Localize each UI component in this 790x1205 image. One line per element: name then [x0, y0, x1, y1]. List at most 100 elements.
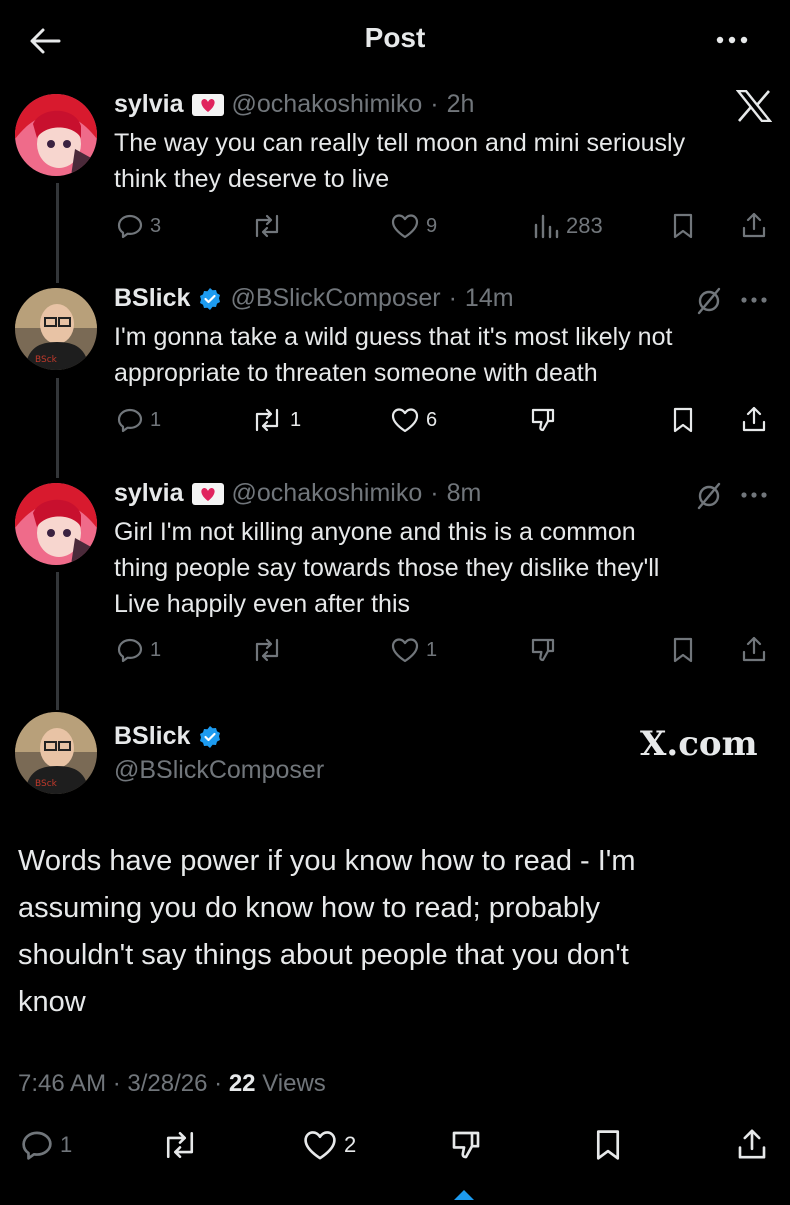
- more-options-button[interactable]: [738, 292, 770, 313]
- tweet-text: Girl I'm not killing anyone and this is …: [114, 518, 660, 618]
- dislike-button[interactable]: [528, 406, 558, 439]
- tweet-header: sylvia @ochakoshimiko · 8m: [114, 479, 481, 508]
- more-horizontal-icon: [741, 297, 767, 303]
- bookmark-icon: [596, 1130, 620, 1160]
- share-icon: [742, 212, 766, 238]
- repost-button[interactable]: [250, 212, 290, 240]
- more-options-button[interactable]: [738, 487, 770, 508]
- post-meta: 7:46 AM · 3/28/26 · 22 Views: [18, 1070, 326, 1097]
- bookmark-button[interactable]: [670, 636, 696, 669]
- heart-envelope-emoji: [191, 482, 224, 505]
- watermark: X.com: [640, 724, 758, 764]
- share-button[interactable]: [740, 634, 768, 669]
- reply-count: 1: [60, 1132, 73, 1157]
- like-count: 1: [426, 638, 438, 661]
- share-button[interactable]: [735, 1126, 769, 1167]
- svg-text:BSck: BSck: [35, 779, 58, 789]
- more-horizontal-icon: [716, 36, 748, 44]
- bookmark-icon: [673, 407, 693, 433]
- share-icon: [742, 636, 766, 662]
- post-date[interactable]: 3/28/26: [127, 1070, 207, 1097]
- repost-icon: [166, 1131, 194, 1159]
- bookmark-button[interactable]: [592, 1128, 624, 1167]
- views-count: 283: [566, 213, 603, 238]
- dislike-button[interactable]: [448, 1128, 484, 1167]
- reply-icon: [22, 1131, 52, 1160]
- separator: ·: [448, 284, 457, 312]
- dislike-button[interactable]: [528, 636, 558, 669]
- author-name[interactable]: sylvia: [114, 479, 184, 508]
- bookmark-button[interactable]: [670, 406, 696, 439]
- thumbs-down-icon: [531, 408, 555, 432]
- bookmark-icon: [673, 213, 693, 239]
- like-count: 2: [344, 1132, 357, 1157]
- author-handle[interactable]: @BSlickComposer: [114, 756, 324, 785]
- heart-icon: [304, 1131, 336, 1160]
- grok-button[interactable]: [694, 286, 724, 321]
- thread-line: [56, 572, 59, 710]
- more-horizontal-icon: [741, 492, 767, 498]
- author-handle[interactable]: @ochakoshimiko: [232, 479, 423, 508]
- svg-text:BSck: BSck: [35, 355, 58, 365]
- reply-count: 1: [150, 638, 162, 661]
- share-button[interactable]: [740, 404, 768, 439]
- like-button[interactable]: 6: [390, 406, 437, 434]
- thumbs-down-icon: [452, 1131, 480, 1159]
- separator: ·: [430, 479, 439, 507]
- author-name[interactable]: BSlick: [114, 722, 190, 751]
- views-button[interactable]: 283: [532, 212, 603, 240]
- verified-icon: [200, 287, 221, 310]
- reply-icon: [117, 214, 143, 239]
- heart-icon: [391, 214, 419, 239]
- author-name[interactable]: sylvia: [114, 90, 184, 119]
- repost-icon: [255, 408, 279, 432]
- timestamp[interactable]: 8m: [447, 479, 482, 508]
- avatar[interactable]: [15, 94, 97, 176]
- timestamp[interactable]: 14m: [465, 284, 514, 313]
- reply-button[interactable]: 1: [116, 406, 161, 434]
- page-title: Post: [364, 22, 426, 53]
- share-button[interactable]: [740, 210, 768, 245]
- verified-icon: [200, 725, 221, 748]
- caret-indicator: [452, 1186, 476, 1205]
- reply-count: 1: [150, 408, 162, 431]
- bookmark-button[interactable]: [670, 212, 696, 245]
- timestamp[interactable]: 2h: [447, 90, 475, 119]
- x-logo-icon: [735, 89, 773, 127]
- thread-line: [56, 183, 59, 283]
- views-icon: [534, 214, 559, 239]
- heart-envelope-emoji: [191, 93, 224, 116]
- tweet-text: I'm gonna take a wild guess that it's mo…: [114, 323, 673, 387]
- repost-button[interactable]: [250, 636, 290, 664]
- avatar[interactable]: BSck: [15, 712, 97, 794]
- author-name[interactable]: BSlick: [114, 284, 190, 313]
- grok-button[interactable]: [694, 481, 724, 516]
- post-time[interactable]: 7:46 AM: [18, 1070, 106, 1097]
- author-handle[interactable]: @BSlickComposer: [230, 284, 440, 313]
- share-icon: [742, 406, 766, 432]
- more-options-button[interactable]: [712, 28, 752, 52]
- avatar[interactable]: BSck: [15, 288, 97, 370]
- repost-button[interactable]: 1: [250, 406, 301, 434]
- tweet-text: The way you can really tell moon and min…: [114, 129, 686, 193]
- like-count: 9: [426, 214, 438, 237]
- grok-icon: [697, 287, 721, 315]
- heart-icon: [391, 638, 419, 663]
- reply-button[interactable]: 1: [116, 636, 161, 664]
- repost-icon: [255, 214, 279, 238]
- post-text: Words have power if you know how to read…: [18, 845, 636, 1018]
- like-button[interactable]: 1: [390, 636, 437, 664]
- reply-button[interactable]: 3: [116, 212, 161, 240]
- like-button[interactable]: 9: [390, 212, 437, 240]
- like-count: 6: [426, 408, 438, 431]
- tweet-header: BSlick @BSlickComposer · 14m: [114, 284, 514, 313]
- like-button[interactable]: 2: [302, 1128, 356, 1162]
- separator: ·: [430, 90, 439, 118]
- avatar[interactable]: [15, 483, 97, 565]
- views-label: Views: [262, 1070, 326, 1097]
- repost-button[interactable]: [160, 1128, 206, 1162]
- reply-button[interactable]: 1: [20, 1128, 72, 1162]
- thread-line: [56, 378, 59, 478]
- tweet-header: sylvia @ochakoshimiko · 2h: [114, 90, 474, 119]
- author-handle[interactable]: @ochakoshimiko: [232, 90, 423, 119]
